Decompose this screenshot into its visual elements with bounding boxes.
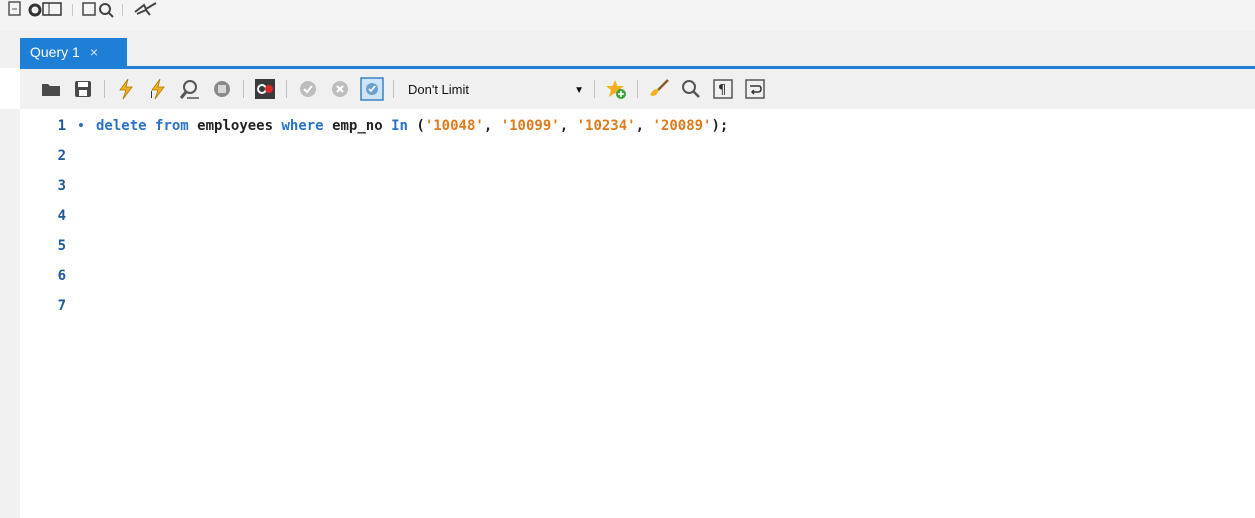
main-toolbar — [0, 0, 1255, 30]
editor-line: 4 — [20, 201, 66, 231]
line-number: 2 — [57, 148, 66, 164]
stop-icon[interactable] — [209, 76, 235, 102]
line-number: 6 — [57, 268, 66, 284]
commit-icon[interactable] — [295, 76, 321, 102]
string-literal: '10099' — [500, 118, 560, 134]
svg-text:¶: ¶ — [718, 83, 726, 98]
toggle-error-stop-icon[interactable] — [252, 76, 278, 102]
inspector-icon[interactable] — [8, 0, 22, 18]
sql-editor[interactable]: 1 • delete from employees where emp_no I… — [20, 109, 1255, 518]
find-replace-icon[interactable] — [678, 76, 704, 102]
keyword-delete: delete — [96, 118, 147, 134]
close-icon[interactable]: × — [90, 45, 98, 59]
line-number: 5 — [57, 238, 66, 254]
reconnect-icon[interactable] — [132, 0, 160, 18]
add-snippet-star-icon[interactable] — [603, 76, 629, 102]
keyword-from: from — [155, 118, 189, 134]
string-literal: '10048' — [424, 118, 484, 134]
editor-left-margin — [0, 109, 20, 518]
invisible-chars-icon[interactable]: ¶ — [710, 76, 736, 102]
autocommit-toggle-icon[interactable] — [359, 76, 385, 102]
column-name: emp_no — [332, 118, 383, 134]
chevron-down-icon: ▼ — [574, 85, 584, 96]
editor-line: 2 — [20, 141, 66, 171]
beautify-brush-icon[interactable] — [646, 76, 672, 102]
svg-text:I: I — [150, 90, 153, 100]
execute-current-statement-icon[interactable]: I — [145, 76, 171, 102]
schema-search-icon[interactable] — [82, 0, 116, 18]
comma: , — [483, 118, 493, 134]
editor-line: 3 — [20, 171, 66, 201]
editor-line: 5 — [20, 231, 66, 261]
comma: , — [559, 118, 569, 134]
limit-select-value: Don't Limit — [408, 81, 470, 97]
rollback-icon[interactable] — [327, 76, 353, 102]
open-folder-icon[interactable] — [38, 76, 64, 102]
save-icon[interactable] — [70, 76, 96, 102]
tab-query-1[interactable]: Query 1 × — [20, 38, 127, 66]
statement-marker-icon: • — [76, 118, 86, 134]
editor-line: 1 • delete from employees where emp_no I… — [20, 111, 729, 141]
string-literal: '10234' — [576, 118, 636, 134]
execute-lightning-icon[interactable] — [113, 76, 139, 102]
comma: , — [635, 118, 645, 134]
sql-editor-toolbar: I Don't Limit ▼ ¶ — [20, 69, 1255, 109]
editor-tab-bar: Query 1 × — [0, 30, 1255, 68]
limit-rows-select[interactable]: Don't Limit ▼ — [402, 76, 592, 102]
line-number: 7 — [57, 298, 66, 314]
table-name: employees — [197, 118, 274, 134]
word-wrap-icon[interactable] — [742, 76, 768, 102]
sql-statement[interactable]: delete from employees where emp_no In ('… — [96, 118, 728, 134]
keyword-where: where — [281, 118, 324, 134]
explain-magnifier-icon[interactable] — [177, 76, 203, 102]
open-paren: ( — [416, 118, 425, 134]
editor-line: 6 — [20, 261, 66, 291]
line-number: 3 — [57, 178, 66, 194]
settings-table-icon[interactable] — [28, 0, 68, 18]
line-number: 4 — [57, 208, 66, 224]
tab-label: Query 1 — [30, 44, 80, 60]
line-number: 1 — [57, 118, 66, 134]
close-paren-semicolon: ); — [711, 118, 729, 134]
editor-line: 7 — [20, 291, 66, 321]
string-literal: '20089' — [652, 118, 712, 134]
keyword-in: In — [391, 118, 408, 134]
